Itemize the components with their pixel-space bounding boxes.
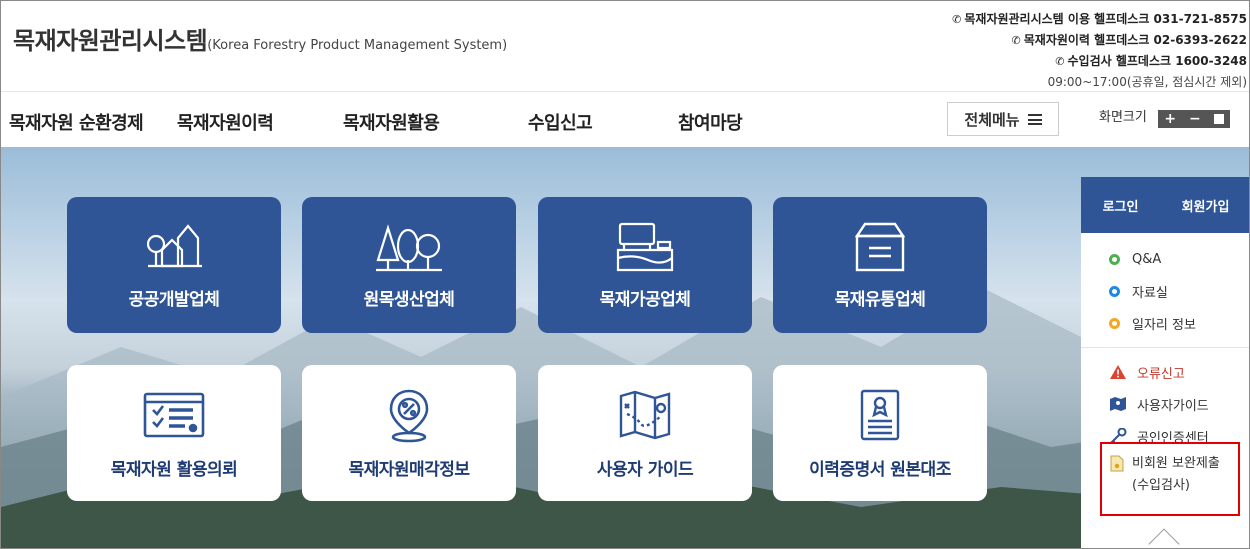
error-report-link[interactable]: 오류신고 <box>1109 356 1249 388</box>
tile-label: 이력증명서 원본대조 <box>809 460 951 480</box>
side-link-label: Q&A <box>1132 251 1162 267</box>
phone-icon: ✆ <box>952 13 962 26</box>
side-link-label: 자료실 <box>1132 285 1168 301</box>
guest-submit-label: 비회원 보완제출 <box>1132 456 1220 471</box>
tile-wood-processor[interactable]: 목재가공업체 <box>538 197 752 333</box>
side-auth-bar: 로그인 회원가입 <box>1081 177 1249 233</box>
helpdesk-text: 수입검사 헬프데스크 1600-3248 <box>1067 54 1248 68</box>
tile-user-guide[interactable]: 사용자 가이드 <box>538 365 752 501</box>
side-quick-links: Q&A 자료실 일자리 정보 <box>1081 233 1249 339</box>
tile-wood-distributor[interactable]: 목재유통업체 <box>773 197 987 333</box>
phone-icon: ✆ <box>1011 34 1021 47</box>
guest-supplement-submit-link[interactable]: 비회원 보완제출 (수입검사) <box>1110 453 1240 497</box>
document-award-icon <box>856 387 904 443</box>
trees-icon <box>374 219 444 275</box>
page-frame: 목재자원관리시스템(Korea Forestry Product Managem… <box>0 0 1250 549</box>
nav-item-import-report[interactable]: 수입신고 <box>528 109 593 135</box>
nav-item-history[interactable]: 목재자원이력 <box>177 109 274 135</box>
helpdesk-text: 목재자원관리시스템 이용 헬프데스크 031-721-8575 <box>964 12 1247 26</box>
all-menu-button[interactable]: 전체메뉴 <box>947 102 1059 136</box>
helpdesk-hours: 09:00~17:00(공휴일, 점심시간 제외) <box>1047 75 1247 89</box>
nav-item-utilization[interactable]: 목재자원활용 <box>343 109 440 135</box>
blue-circle-icon <box>1109 285 1120 297</box>
main-nav: 목재자원 순환경제 목재자원이력 목재자원활용 수입신고 참여마당 전체메뉴 화… <box>1 91 1249 147</box>
lumber-cutting-icon <box>614 219 676 275</box>
hamburger-icon <box>1027 113 1042 125</box>
site-title-text: 목재자원관리시스템 <box>13 27 208 55</box>
user-guide-link[interactable]: 사용자가이드 <box>1109 388 1249 420</box>
helpdesk-info: ✆ 목재자원관리시스템 이용 헬프데스크 031-721-8575 ✆ 목재자원이력… <box>951 9 1247 92</box>
document-icon <box>1110 455 1126 473</box>
side-link-qna[interactable]: Q&A <box>1109 243 1249 275</box>
tile-log-producer[interactable]: 원목생산업체 <box>302 197 516 333</box>
green-circle-icon <box>1109 253 1120 265</box>
zoom-in-button[interactable]: + <box>1164 110 1176 128</box>
tile-certificate-verify[interactable]: 이력증명서 원본대조 <box>773 365 987 501</box>
orange-circle-icon <box>1109 317 1120 329</box>
site-subtitle: (Korea Forestry Product Management Syste… <box>207 38 508 53</box>
warning-icon <box>1109 363 1127 381</box>
side-link-label: 일자리 정보 <box>1132 317 1196 333</box>
tile-label: 사용자 가이드 <box>596 460 694 480</box>
login-link[interactable]: 로그인 <box>1103 196 1139 215</box>
zoom-out-button[interactable]: − <box>1189 110 1201 128</box>
certificate-icon <box>141 387 207 443</box>
side-tool-label: 오류신고 <box>1137 366 1185 382</box>
helpdesk-line: ✆ 목재자원이력 헬프데스크 02-6393-2622 <box>951 30 1247 51</box>
nav-item-participation[interactable]: 참여마당 <box>678 109 743 135</box>
tile-label: 목재자원매각정보 <box>348 460 470 480</box>
guest-submit-sublabel: (수입검사) <box>1132 478 1190 493</box>
zoom-control: + − <box>1158 110 1230 128</box>
tile-label: 목재유통업체 <box>834 290 926 310</box>
zoom-label: 화면크기 <box>1099 110 1147 125</box>
tile-public-developer[interactable]: 공공개발업체 <box>67 197 281 333</box>
site-title[interactable]: 목재자원관리시스템(Korea Forestry Product Managem… <box>13 21 507 56</box>
side-link-jobs[interactable]: 일자리 정보 <box>1109 307 1249 339</box>
helpdesk-text: 목재자원이력 헬프데스크 02-6393-2622 <box>1023 33 1247 47</box>
houses-trees-icon <box>142 219 206 275</box>
tile-utilization-request[interactable]: 목재자원 활용의뢰 <box>67 365 281 501</box>
tile-label: 목재자원 활용의뢰 <box>110 460 238 480</box>
guide-map-icon <box>1109 395 1127 413</box>
zoom-reset-button[interactable] <box>1213 114 1224 124</box>
tile-label: 목재가공업체 <box>599 290 691 310</box>
tile-sale-info[interactable]: 목재자원매각정보 <box>302 365 516 501</box>
tile-label: 공공개발업체 <box>128 290 220 310</box>
helpdesk-line: ✆ 수입검사 헬프데스크 1600-3248 <box>951 51 1247 72</box>
phone-icon: ✆ <box>1055 55 1065 68</box>
percent-location-icon <box>381 387 437 443</box>
tile-label: 원목생산업체 <box>363 290 455 310</box>
side-tool-label: 사용자가이드 <box>1137 398 1209 414</box>
signup-link[interactable]: 회원가입 <box>1182 196 1230 215</box>
helpdesk-line: ✆ 목재자원관리시스템 이용 헬프데스크 031-721-8575 <box>951 9 1247 30</box>
side-tools: 오류신고 사용자가이드 공인인증센터 <box>1081 348 1249 452</box>
header: 목재자원관리시스템(Korea Forestry Product Managem… <box>1 1 1249 92</box>
nav-item-circular-economy[interactable]: 목재자원 순환경제 <box>9 109 144 135</box>
map-icon <box>615 387 675 443</box>
guest-submit-row: 비회원 보완제출 <box>1110 453 1240 475</box>
box-icon <box>851 219 909 275</box>
all-menu-label: 전체메뉴 <box>964 110 1020 129</box>
side-link-archive[interactable]: 자료실 <box>1109 275 1249 307</box>
